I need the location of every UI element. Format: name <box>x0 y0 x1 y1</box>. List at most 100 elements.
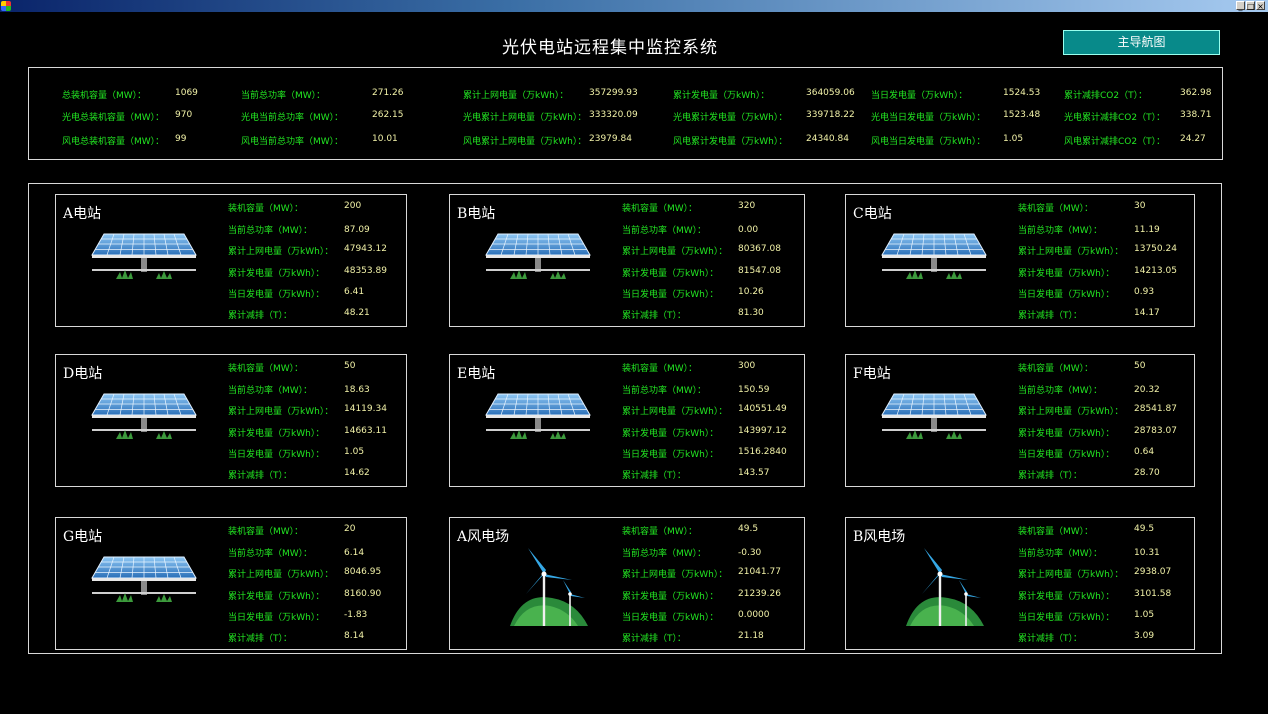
station-field-label: 当前总功率（MW）： <box>1018 386 1103 396</box>
station-field-value: 49.5 <box>738 524 759 534</box>
station-field-value: 10.26 <box>738 287 764 297</box>
station-field-value: 1.05 <box>344 447 365 457</box>
station-field-label: 累计发电量（万kWh）： <box>622 592 719 602</box>
station-card[interactable]: A电站 装机容量（MW）： 200 当前总功率（MW）： 87.09 累计上网电量（万k… <box>55 194 407 327</box>
summary-label: 总装机容量（MW）： <box>62 91 147 101</box>
solar-panel-icon <box>484 391 592 447</box>
station-field-value: 0.64 <box>1134 447 1155 457</box>
summary-value: 24340.84 <box>806 134 849 144</box>
station-name: A风电场 <box>457 529 510 545</box>
minimize-button[interactable]: _ <box>1236 1 1245 11</box>
summary-value: 23979.84 <box>589 134 632 144</box>
station-field-value: 0.93 <box>1134 287 1155 297</box>
summary-label: 风电累计上网电量（万kWh）： <box>463 137 587 147</box>
station-field-value: 6.41 <box>344 287 365 297</box>
wind-turbine-icon <box>508 544 592 628</box>
station-field-value: 2938.07 <box>1134 567 1172 577</box>
station-field-value: -1.83 <box>344 610 368 620</box>
station-name: C电站 <box>853 206 892 222</box>
summary-value: 24.27 <box>1180 134 1206 144</box>
summary-value: 262.15 <box>372 110 404 120</box>
station-field-label: 累计上网电量（万kWh）： <box>228 570 334 580</box>
station-field-label: 当日发电量（万kWh）： <box>622 290 719 300</box>
station-field-label: 当日发电量（万kWh）： <box>1018 450 1115 460</box>
window-titlebar[interactable]: _ □ × <box>0 0 1268 12</box>
summary-value: 357299.93 <box>589 88 638 98</box>
station-field-label: 累计上网电量（万kWh）： <box>1018 570 1124 580</box>
station-field-label: 装机容量（MW）： <box>622 204 698 214</box>
station-field-label: 当日发电量（万kWh）： <box>228 290 325 300</box>
station-field-value: 47943.12 <box>344 244 387 254</box>
station-field-value: 200 <box>344 201 362 211</box>
close-button[interactable]: × <box>1256 1 1265 11</box>
station-card[interactable]: B风电场 装机容量（MW）： 49.5 当前总功率（MW）： 10.31 累计上网电量（… <box>845 517 1195 650</box>
station-field-value: 0.00 <box>738 225 759 235</box>
summary-label: 风电累计发电量（万kWh）： <box>673 137 788 147</box>
station-field-label: 累计发电量（万kWh）： <box>622 269 719 279</box>
station-card[interactable]: B电站 装机容量（MW）： 320 当前总功率（MW）： 0.00 累计上网电量（万kW… <box>449 194 805 327</box>
station-field-label: 当日发电量（万kWh）： <box>228 450 325 460</box>
station-field-value: 21239.26 <box>738 589 781 599</box>
summary-label: 累计减排CO2（T）： <box>1064 91 1148 101</box>
station-field-value: 8160.90 <box>344 589 382 599</box>
station-card[interactable]: C电站 装机容量（MW）： 30 当前总功率（MW）： 11.19 累计上网电量（万kW… <box>845 194 1195 327</box>
station-field-value: 14119.34 <box>344 404 387 414</box>
station-card[interactable]: E电站 装机容量（MW）： 300 当前总功率（MW）： 150.59 累计上网电量（万… <box>449 354 805 487</box>
station-field-label: 当前总功率（MW）： <box>622 226 707 236</box>
station-field-value: 20 <box>344 524 356 534</box>
station-field-value: 6.14 <box>344 548 365 558</box>
station-field-label: 累计上网电量（万kWh）： <box>622 247 728 257</box>
summary-value: 364059.06 <box>806 88 855 98</box>
main-navigation-button[interactable]: 主导航图 <box>1063 30 1220 55</box>
summary-label: 光电当前总功率（MW）： <box>241 113 344 123</box>
station-field-value: 49.5 <box>1134 524 1155 534</box>
station-field-value: 21.18 <box>738 631 764 641</box>
station-field-value: -0.30 <box>738 548 762 558</box>
station-field-label: 当前总功率（MW）： <box>228 549 313 559</box>
station-field-value: 28.70 <box>1134 468 1160 478</box>
summary-label: 当日发电量（万kWh）： <box>871 91 968 101</box>
summary-label: 风电累计减排CO2（T）： <box>1064 137 1166 147</box>
station-card[interactable]: F电站 装机容量（MW）： 50 当前总功率（MW）： 20.32 累计上网电量（万kW… <box>845 354 1195 487</box>
station-field-value: 3101.58 <box>1134 589 1172 599</box>
summary-label: 光电累计减排CO2（T）： <box>1064 113 1166 123</box>
station-name: E电站 <box>457 366 496 382</box>
station-field-value: 143.57 <box>738 468 770 478</box>
station-field-label: 当日发电量（万kWh）： <box>1018 290 1115 300</box>
station-field-value: 30 <box>1134 201 1146 211</box>
summary-value: 1069 <box>175 88 198 98</box>
station-field-label: 当前总功率（MW）： <box>228 386 313 396</box>
station-field-label: 累计上网电量（万kWh）： <box>1018 247 1124 257</box>
solar-panel-icon <box>90 554 198 610</box>
maximize-button[interactable]: □ <box>1246 1 1255 11</box>
station-field-value: 1516.2840 <box>738 447 787 457</box>
station-field-label: 当日发电量（万kWh）： <box>622 613 719 623</box>
station-field-label: 累计减排（T）： <box>228 471 292 481</box>
station-field-label: 累计减排（T）： <box>622 471 686 481</box>
summary-value: 970 <box>175 110 193 120</box>
station-field-label: 当日发电量（万kWh）： <box>228 613 325 623</box>
station-field-label: 累计发电量（万kWh）： <box>1018 269 1115 279</box>
station-field-label: 当前总功率（MW）： <box>1018 549 1103 559</box>
summary-label: 累计上网电量（万kWh）： <box>463 91 569 101</box>
summary-value: 333320.09 <box>589 110 638 120</box>
station-card[interactable]: G电站 装机容量（MW）： 20 当前总功率（MW）： 6.14 累计上网电量（万kWh… <box>55 517 407 650</box>
station-card[interactable]: D电站 装机容量（MW）： 50 当前总功率（MW）： 18.63 累计上网电量（万kW… <box>55 354 407 487</box>
station-field-value: 13750.24 <box>1134 244 1177 254</box>
station-name: G电站 <box>63 529 103 545</box>
station-field-label: 当前总功率（MW）： <box>622 549 707 559</box>
station-name: B风电场 <box>853 529 906 545</box>
station-field-label: 累计发电量（万kWh）： <box>228 592 325 602</box>
station-field-value: 28541.87 <box>1134 404 1177 414</box>
station-field-label: 当前总功率（MW）： <box>1018 226 1103 236</box>
station-field-label: 装机容量（MW）： <box>1018 204 1094 214</box>
station-field-label: 累计减排（T）： <box>622 634 686 644</box>
station-field-value: 1.05 <box>1134 610 1155 620</box>
station-field-value: 20.32 <box>1134 385 1160 395</box>
station-field-value: 87.09 <box>344 225 370 235</box>
station-field-value: 0.0000 <box>738 610 770 620</box>
station-field-value: 140551.49 <box>738 404 787 414</box>
station-card[interactable]: A风电场 装机容量（MW）： 49.5 当前总功率（MW）： -0.30 累计上网电量（… <box>449 517 805 650</box>
station-field-value: 3.09 <box>1134 631 1155 641</box>
station-field-value: 10.31 <box>1134 548 1160 558</box>
